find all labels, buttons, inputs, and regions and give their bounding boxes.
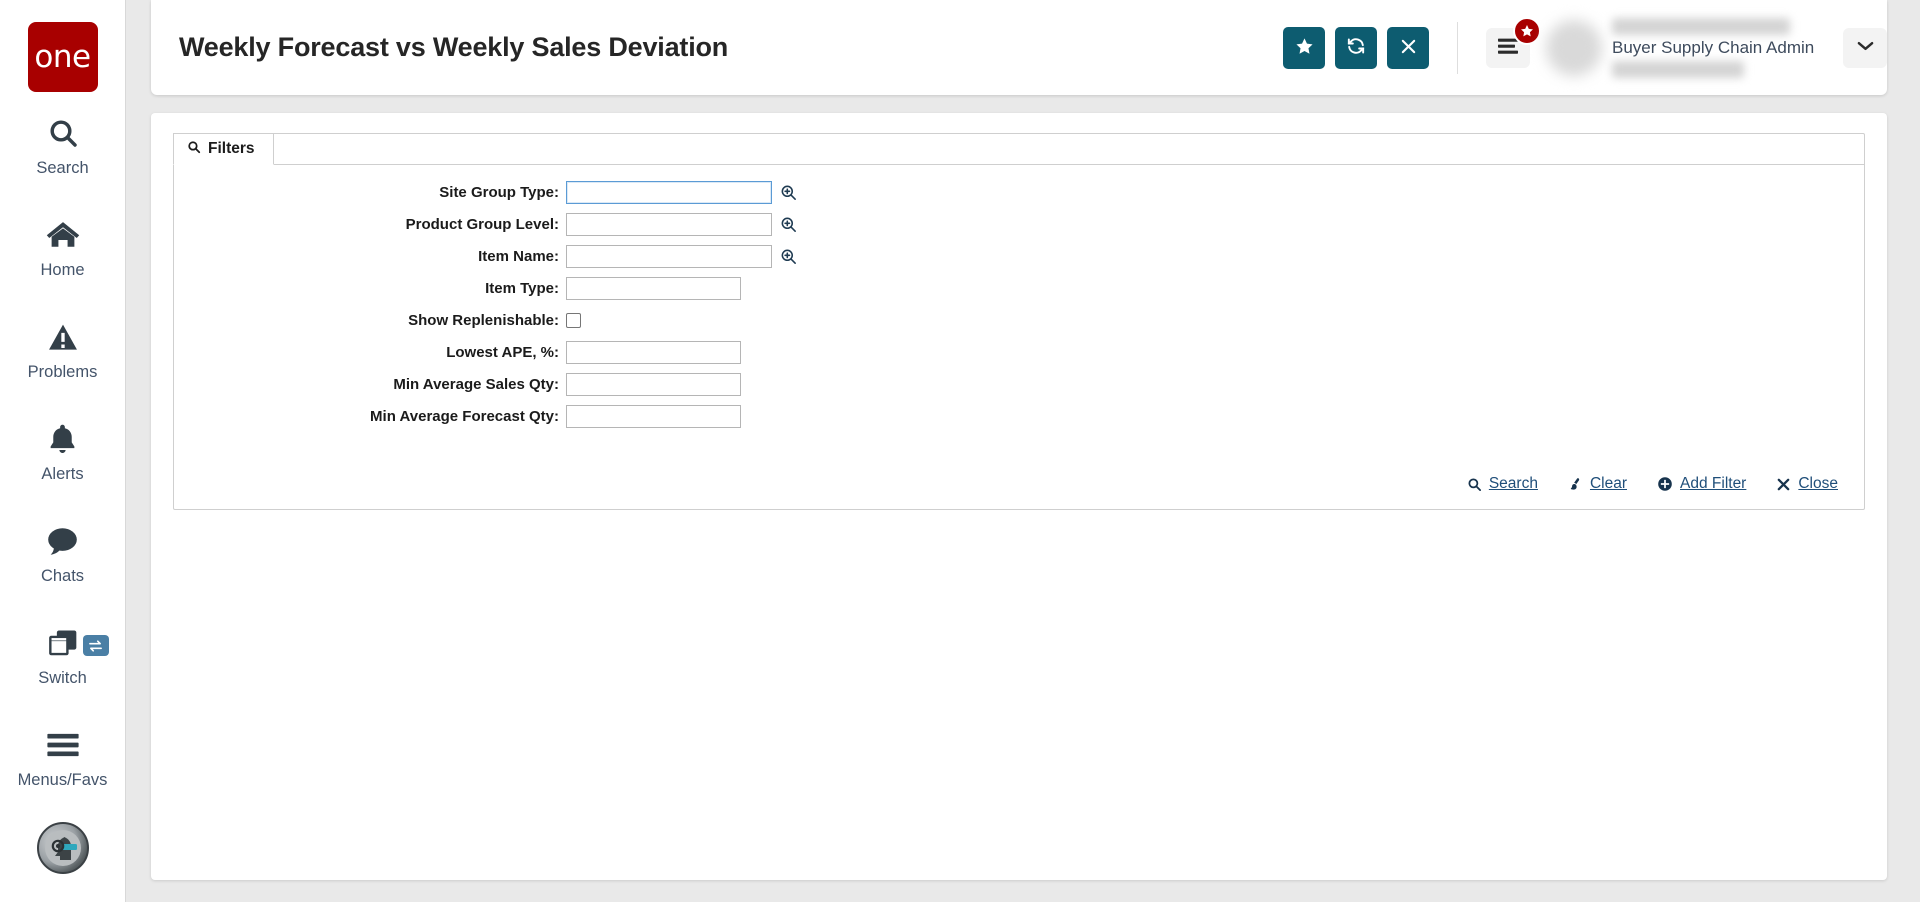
- min-average-forecast-qty-input[interactable]: [566, 404, 741, 428]
- filter-row-min-average-forecast-qty: Min Average Forecast Qty:: [174, 401, 1864, 431]
- filters-add-filter-label: Add Filter: [1680, 475, 1747, 492]
- left-nav-rail: one Search Home Problems Alerts Chats Sw…: [0, 0, 126, 902]
- product-group-level-lookup-icon[interactable]: [780, 216, 797, 233]
- content-card: Filters Site Group Type: Product Group L…: [151, 113, 1887, 880]
- page-header: Weekly Forecast vs Weekly Sales Deviatio…: [151, 0, 1887, 95]
- show-replenishable-checkbox[interactable]: [566, 312, 581, 328]
- user-org-redacted: [1612, 60, 1744, 78]
- close-x-icon: [1776, 477, 1791, 492]
- filter-label: Min Average Sales Qty:: [393, 375, 559, 393]
- refresh-button[interactable]: [1335, 26, 1377, 69]
- filter-label: Item Type:: [485, 279, 559, 297]
- tab-filters[interactable]: Filters: [173, 133, 274, 165]
- filter-label: Item Name:: [478, 247, 559, 265]
- site-group-type-lookup-icon[interactable]: [780, 184, 797, 201]
- filter-row-item-name: Item Name:: [174, 241, 1864, 271]
- chevron-down-icon: [1857, 40, 1874, 55]
- filters-form: Site Group Type: Product Group Level: It…: [174, 165, 1864, 431]
- filters-search-label: Search: [1488, 475, 1538, 492]
- filter-label: Product Group Level:: [405, 215, 559, 233]
- close-x-icon: [1400, 38, 1417, 58]
- lowest-ape-input[interactable]: [566, 340, 741, 364]
- app-logo[interactable]: one: [27, 22, 98, 92]
- header-action-buttons: [1283, 26, 1429, 69]
- filter-label: Lowest APE, %:: [446, 343, 559, 361]
- filters-actions: Search Clear Add Filter Close: [174, 433, 1864, 509]
- star-icon: [1295, 37, 1314, 59]
- filters-panel: Filters Site Group Type: Product Group L…: [173, 133, 1865, 510]
- filters-close-action[interactable]: Close: [1776, 475, 1838, 493]
- refresh-icon: [1346, 36, 1366, 59]
- windows-stack-icon: [47, 624, 79, 662]
- item-name-input[interactable]: [566, 244, 772, 268]
- search-icon: [1467, 477, 1482, 492]
- page-title: Weekly Forecast vs Weekly Sales Deviatio…: [179, 32, 729, 62]
- sidebar-item-chats[interactable]: Chats: [0, 506, 126, 602]
- filters-clear-label: Clear: [1589, 475, 1628, 492]
- hamburger-menu-icon: [1497, 38, 1519, 58]
- filters-close-label: Close: [1798, 475, 1838, 492]
- sidebar-item-search[interactable]: Search: [0, 98, 126, 194]
- filter-label: Min Average Forecast Qty:: [370, 407, 559, 425]
- item-type-input[interactable]: [566, 276, 741, 300]
- search-icon: [47, 114, 79, 152]
- home-icon: [46, 216, 80, 254]
- sidebar-item-label: Problems: [27, 363, 98, 381]
- filter-row-item-type: Item Type:: [174, 273, 1864, 303]
- menu-star-badge: [1513, 16, 1541, 45]
- sidebar-item-label: Switch: [38, 669, 87, 687]
- user-profile[interactable]: Buyer Supply Chain Admin: [1546, 17, 1831, 78]
- filters-add-filter-action[interactable]: Add Filter: [1657, 475, 1746, 493]
- sidebar-item-alerts[interactable]: Alerts: [0, 404, 126, 500]
- ai-assistant-avatar-icon[interactable]: [36, 822, 89, 874]
- sidebar-item-label: Alerts: [41, 465, 84, 483]
- product-group-level-input[interactable]: [566, 212, 772, 236]
- tab-filters-label: Filters: [208, 140, 255, 157]
- header-menu-wrapper: [1486, 16, 1541, 68]
- app-root: one Search Home Problems Alerts Chats Sw…: [0, 0, 1920, 902]
- bell-icon: [48, 420, 77, 458]
- filter-row-lowest-ape: Lowest APE, %:: [174, 337, 1864, 367]
- filter-label: Site Group Type:: [439, 183, 559, 201]
- user-name-redacted: [1612, 17, 1790, 35]
- site-group-type-input[interactable]: [566, 180, 772, 204]
- eraser-icon: [1568, 477, 1583, 492]
- hamburger-icon: [46, 726, 80, 764]
- filter-row-min-average-sales-qty: Min Average Sales Qty:: [174, 369, 1864, 399]
- warning-triangle-icon: [47, 318, 79, 356]
- filters-search-action[interactable]: Search: [1467, 475, 1538, 493]
- main-column: Weekly Forecast vs Weekly Sales Deviatio…: [126, 0, 1920, 902]
- plus-circle-icon: [1657, 476, 1673, 492]
- filter-row-product-group-level: Product Group Level:: [174, 209, 1864, 239]
- switch-toggle-badge[interactable]: [82, 635, 109, 656]
- app-logo-text: one: [34, 38, 91, 75]
- sidebar-item-menus-favs[interactable]: Menus/Favs: [0, 710, 126, 806]
- chat-bubble-icon: [46, 522, 79, 560]
- sidebar-item-problems[interactable]: Problems: [0, 302, 126, 398]
- user-role: Buyer Supply Chain Admin: [1612, 37, 1815, 57]
- filter-row-show-replenishable: Show Replenishable:: [174, 305, 1864, 335]
- sidebar-item-home[interactable]: Home: [0, 200, 126, 296]
- user-info: Buyer Supply Chain Admin: [1612, 17, 1817, 78]
- filter-row-site-group-type: Site Group Type:: [174, 177, 1864, 207]
- sidebar-item-label: Search: [36, 159, 89, 177]
- header-divider: [1457, 21, 1458, 74]
- user-menu-dropdown-button[interactable]: [1843, 27, 1887, 68]
- filters-tabstrip: Filters: [173, 133, 1864, 165]
- min-average-sales-qty-input[interactable]: [566, 372, 741, 396]
- filter-label: Show Replenishable:: [408, 311, 559, 329]
- sidebar-item-switch[interactable]: Switch: [0, 608, 126, 704]
- sidebar-item-label: Home: [40, 261, 85, 279]
- sidebar-item-label: Menus/Favs: [17, 771, 108, 789]
- sidebar-item-label: Chats: [40, 567, 85, 585]
- search-icon: [187, 140, 201, 159]
- favorite-button[interactable]: [1283, 26, 1325, 69]
- avatar: [1546, 19, 1602, 76]
- close-button[interactable]: [1387, 26, 1429, 69]
- filters-clear-action[interactable]: Clear: [1568, 475, 1627, 493]
- item-name-lookup-icon[interactable]: [780, 248, 797, 265]
